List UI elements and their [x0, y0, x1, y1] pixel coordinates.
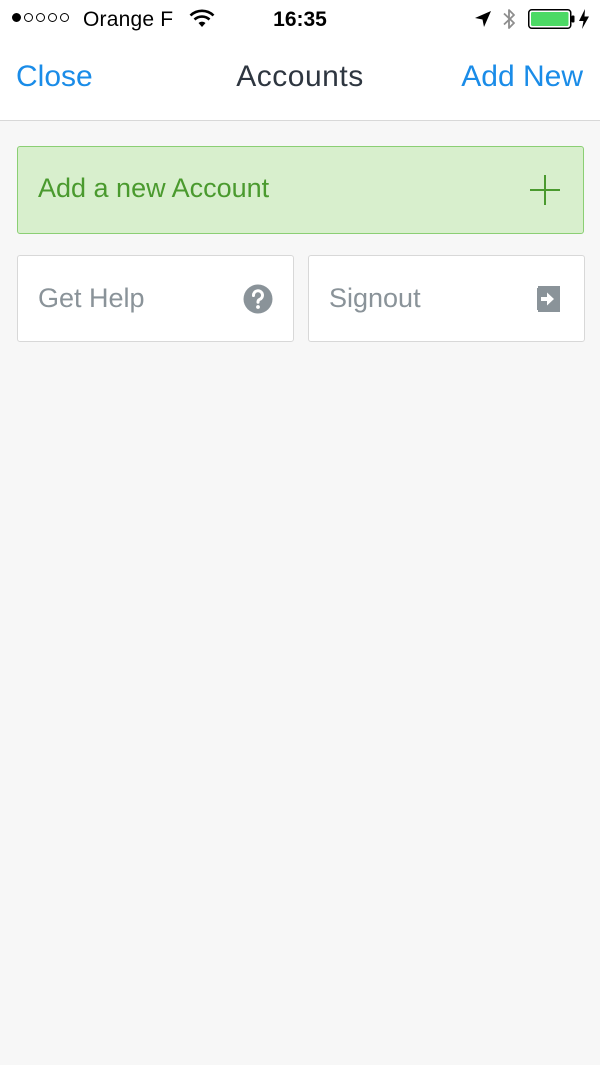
add-account-label: Add a new Account	[38, 173, 270, 203]
signout-button[interactable]: Signout	[308, 255, 585, 342]
navigation-bar: Close Accounts Add New	[0, 40, 600, 121]
battery-icon	[528, 9, 575, 29]
get-help-button[interactable]: Get Help	[17, 255, 294, 342]
add-new-button[interactable]: Add New	[461, 60, 583, 94]
plus-icon	[530, 175, 560, 205]
signout-label: Signout	[329, 283, 421, 313]
bluetooth-icon	[503, 9, 515, 29]
charging-bolt-icon	[579, 9, 589, 29]
location-arrow-icon	[475, 11, 491, 27]
status-bar: Orange F 16:35	[0, 0, 600, 40]
add-account-button[interactable]: Add a new Account	[17, 146, 584, 234]
get-help-label: Get Help	[38, 283, 145, 313]
sign-out-icon	[537, 286, 560, 312]
question-circle-icon	[243, 284, 273, 314]
